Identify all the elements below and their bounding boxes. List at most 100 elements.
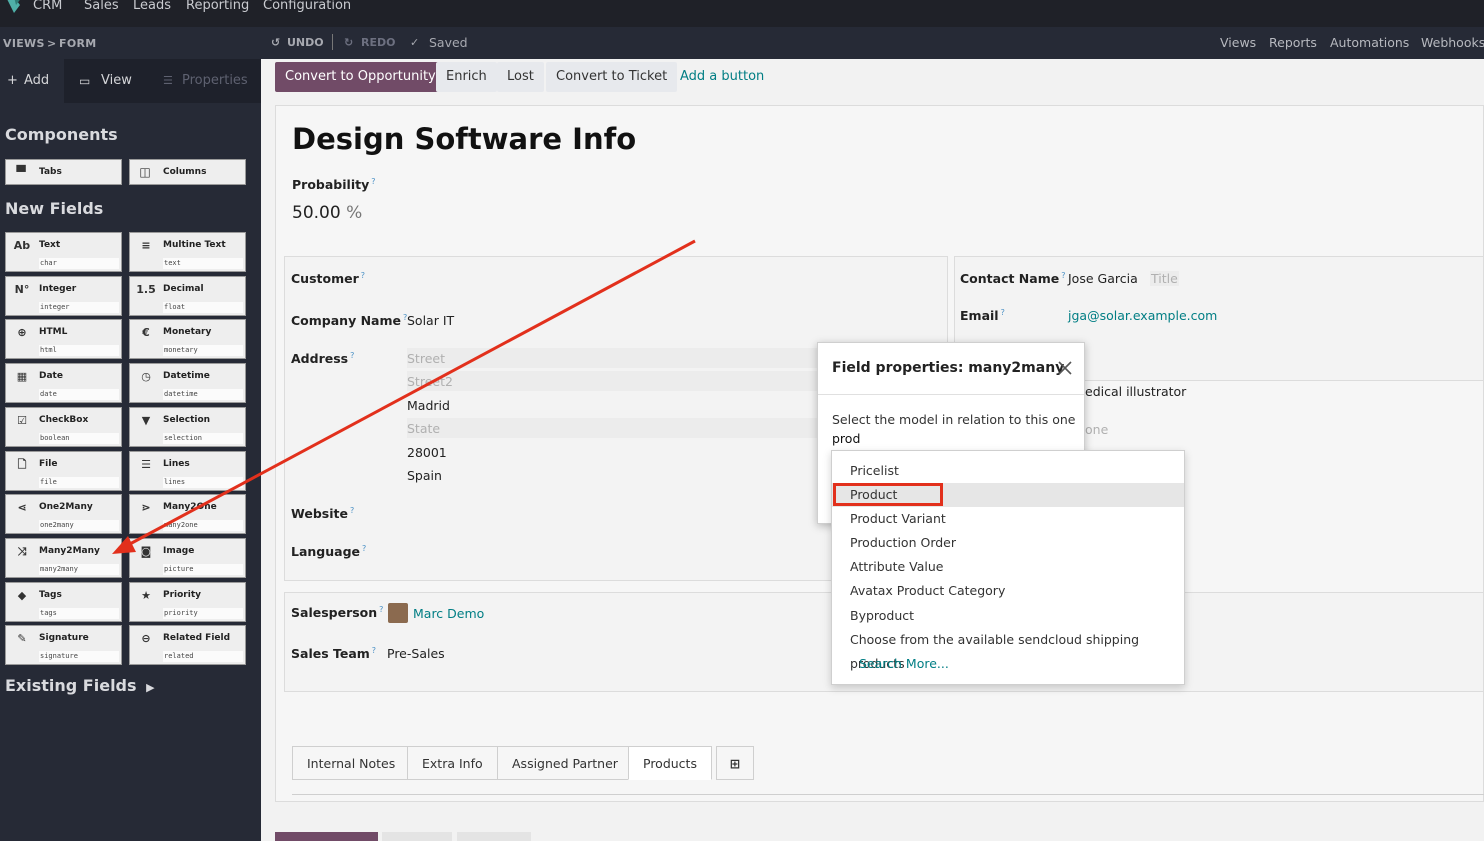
salesperson-value[interactable]: Marc Demo	[413, 606, 484, 621]
field-file[interactable]: 🗋 File file	[5, 450, 122, 491]
field-one2many[interactable]: ⋖ One2Many one2many	[5, 494, 122, 535]
tags-field-icon: ◆	[17, 588, 27, 602]
record-title[interactable]: Design Software Info	[292, 122, 636, 156]
breadcrumb-views[interactable]: VIEWS	[3, 37, 45, 50]
field-datetime[interactable]: ◷ Datetime datetime	[129, 363, 246, 404]
existing-fields-toggle[interactable]: Existing Fields ▶	[5, 676, 155, 695]
field-monetary[interactable]: € Monetary monetary	[129, 319, 246, 360]
nav-leads[interactable]: Leads	[133, 0, 171, 13]
link-webhooks[interactable]: Webhooks	[1421, 35, 1484, 50]
add-tab-button[interactable]: ⊞	[716, 746, 754, 780]
job-position-value[interactable]: edical illustrator	[1085, 384, 1186, 399]
link-views[interactable]: Views	[1220, 35, 1256, 50]
field-html[interactable]: ⊕ HTML html	[5, 319, 122, 360]
dropdown-option-attribute-value[interactable]: Attribute Value	[832, 555, 1184, 579]
state-field[interactable]	[407, 418, 822, 438]
nav-configuration[interactable]: Configuration	[263, 0, 351, 13]
address-label: Address?	[291, 351, 355, 367]
lost-button[interactable]: Lost	[497, 62, 544, 92]
tab-extra-info[interactable]: Extra Info	[407, 746, 498, 780]
new-fields-heading: New Fields	[5, 199, 104, 218]
street-field[interactable]	[407, 348, 822, 368]
field-boolean[interactable]: ☑ CheckBox boolean	[5, 406, 122, 447]
company-name-value[interactable]: Solar IT	[407, 313, 454, 328]
component-columns[interactable]: ◫ Columns	[129, 159, 246, 185]
breadcrumb-separator: >	[47, 37, 57, 50]
contact-title-placeholder[interactable]: Title	[1150, 271, 1179, 286]
link-automations[interactable]: Automations	[1330, 35, 1409, 50]
zip-value[interactable]: 28001	[407, 445, 447, 460]
monitor-icon: ▭	[79, 74, 91, 88]
add-button-link[interactable]: Add a button	[670, 62, 774, 92]
tab-view[interactable]: ▭ View	[64, 59, 147, 103]
city-value[interactable]: Madrid	[407, 398, 450, 413]
field-type-code: char	[39, 258, 119, 269]
dropdown-option-production-order[interactable]: Production Order	[832, 531, 1184, 555]
field-text[interactable]: ≡ Multine Text text	[129, 232, 246, 272]
check-icon: ✓	[410, 36, 420, 49]
redo-button[interactable]: REDO	[361, 36, 395, 49]
tab-add[interactable]: + Add	[0, 59, 64, 103]
convert-to-opportunity-button[interactable]: Convert to Opportunity	[275, 62, 446, 92]
footer-button-primary[interactable]	[275, 832, 378, 841]
link-reports[interactable]: Reports	[1269, 35, 1317, 50]
field-many2one[interactable]: ⋗ Many2One many2one	[129, 494, 246, 535]
dropdown-option-byproduct[interactable]: Byproduct	[832, 604, 1184, 628]
field-selection[interactable]: ▼ Selection selection	[129, 406, 246, 447]
field-priority[interactable]: ★ Priority priority	[129, 581, 246, 622]
tab-add-label: Add	[24, 73, 50, 88]
footer-button[interactable]	[382, 832, 452, 841]
close-icon[interactable]	[1056, 359, 1074, 377]
field-label: Text	[39, 240, 61, 250]
app-name[interactable]: CRM	[33, 0, 62, 13]
field-label: Datetime	[163, 371, 210, 382]
field-float[interactable]: 1.5 Decimal float	[129, 275, 246, 316]
contact-name-value[interactable]: Jose Garcia	[1068, 271, 1138, 286]
dropdown-option-pricelist[interactable]: Pricelist	[832, 459, 1184, 483]
html-field-icon: ⊕	[17, 326, 27, 340]
field-related[interactable]: ⊖ Related Field related	[129, 625, 246, 666]
field-tags[interactable]: ◆ Tags tags	[5, 581, 122, 622]
field-char[interactable]: Ab Text char	[5, 232, 122, 272]
search-more-link[interactable]: Search More...	[859, 656, 949, 671]
convert-to-ticket-button[interactable]: Convert to Ticket	[546, 62, 678, 92]
field-label: One2Many	[39, 502, 93, 513]
undo-button[interactable]: UNDO	[287, 36, 324, 49]
field-many2many[interactable]: ⤨ Many2Many many2many	[5, 537, 122, 578]
nav-reporting[interactable]: Reporting	[186, 0, 249, 13]
field-date[interactable]: ▦ Date date	[5, 363, 122, 404]
dropdown-option-avatax-category[interactable]: Avatax Product Category	[832, 579, 1184, 603]
field-integer[interactable]: N° Integer integer	[5, 275, 122, 316]
nav-sales[interactable]: Sales	[84, 0, 119, 13]
sales-team-value[interactable]: Pre-Sales	[387, 646, 445, 661]
dropdown-option-sendcloud-products[interactable]: Choose from the available sendcloud ship…	[832, 628, 1184, 671]
email-value[interactable]: jga@solar.example.com	[1068, 308, 1217, 323]
crm-logo-icon[interactable]	[0, 0, 26, 13]
tab-properties[interactable]: ☰ Properties	[147, 59, 261, 103]
field-label: Many2One	[163, 502, 217, 513]
tab-products[interactable]: Products	[628, 746, 712, 780]
field-picture[interactable]: ◙ Image picture	[129, 537, 246, 578]
dropdown-option-product-variant[interactable]: Product Variant	[832, 507, 1184, 531]
field-type-code: datetime	[163, 389, 243, 401]
street2-field[interactable]	[407, 371, 822, 391]
field-signature[interactable]: ✎ Signature signature	[5, 625, 122, 666]
field-type-code: priority	[163, 607, 243, 619]
picture-field-icon: ◙	[140, 544, 152, 558]
undo-icon: ↺	[271, 36, 281, 49]
tab-internal-notes[interactable]: Internal Notes	[292, 746, 411, 780]
model-search-input[interactable]: prod	[832, 431, 860, 446]
enrich-button[interactable]: Enrich	[436, 62, 497, 92]
email-label: Email?	[960, 308, 1005, 324]
studio-sidebar: + Add ▭ View ☰ Properties Components ▀ T…	[0, 59, 261, 841]
probability-value[interactable]: 50.00 %	[292, 203, 362, 223]
caret-right-icon: ▶	[146, 681, 155, 694]
country-value[interactable]: Spain	[407, 468, 442, 483]
plus-icon: +	[7, 73, 18, 88]
field-lines[interactable]: ☰ Lines lines	[129, 450, 246, 491]
selection-field-icon: ▼	[141, 413, 151, 427]
tab-assigned-partner[interactable]: Assigned Partner	[497, 746, 633, 780]
footer-button[interactable]	[457, 832, 531, 841]
component-tabs[interactable]: ▀ Tabs	[5, 159, 122, 185]
field-label: Image	[163, 545, 195, 556]
